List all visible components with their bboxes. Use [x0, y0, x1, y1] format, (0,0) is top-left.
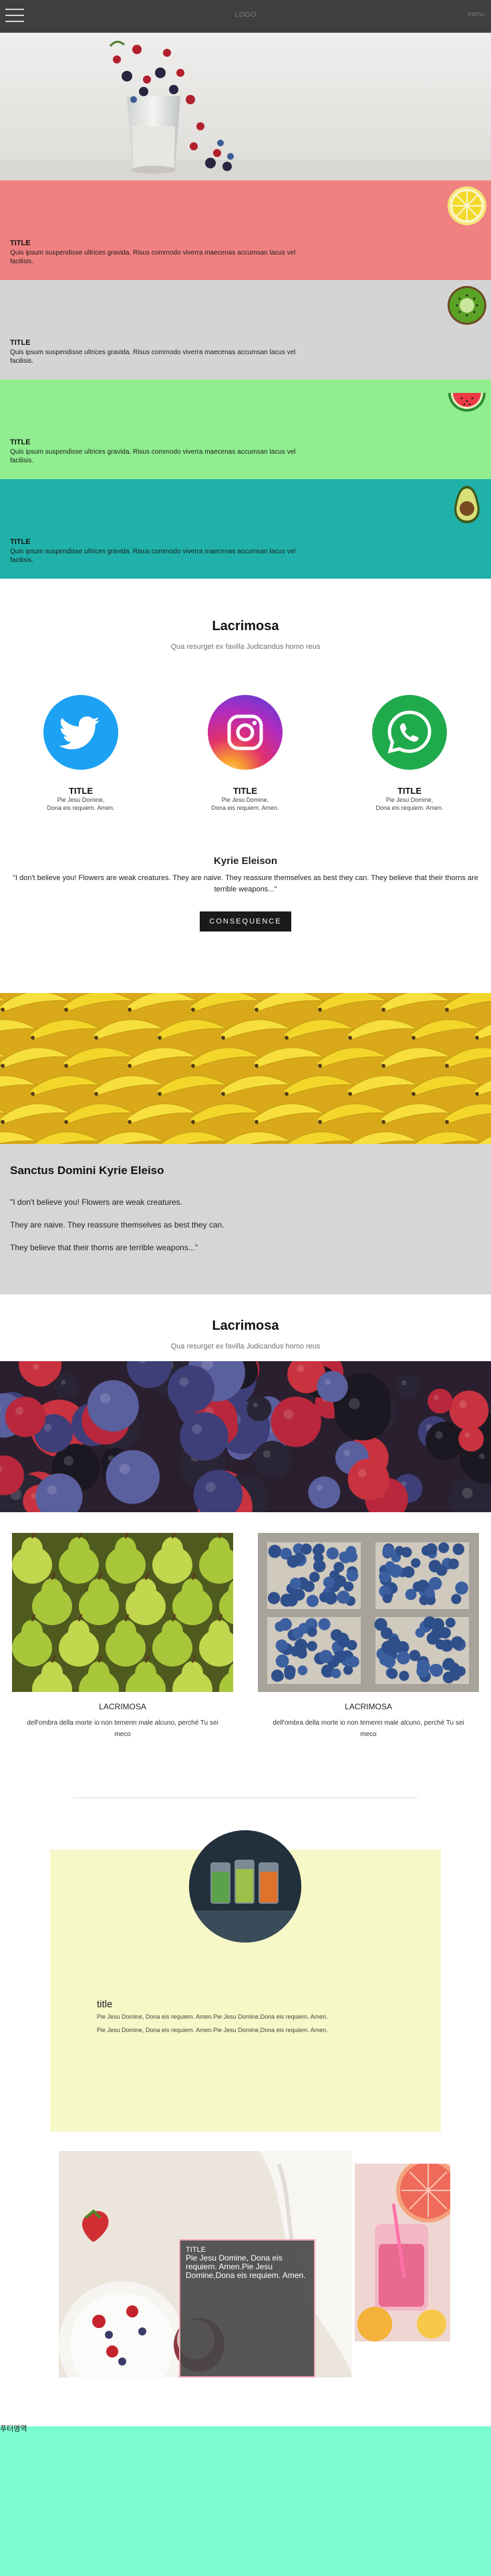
band-title: TITLE: [10, 438, 31, 446]
kiwi-slice-icon: [448, 286, 486, 325]
top-right-link[interactable]: menu: [468, 11, 484, 18]
social-title: TITLE: [68, 786, 94, 796]
social-item-twitter: TITLE Pie Jesu Domine, Dona eis requiem.…: [21, 695, 141, 812]
berries-image: [0, 1361, 491, 1512]
social-title: TITLE: [397, 786, 422, 796]
whatsapp-icon[interactable]: [372, 695, 447, 770]
band-title: TITLE: [10, 339, 31, 347]
social-item-instagram: TITLE Pie Jesu Domine, Dona eis requiem.…: [185, 695, 305, 812]
band-text: Quis ipsum suspendisse ultrices gravida.…: [10, 249, 296, 265]
sanctus-line: They believe that their thorns are terri…: [10, 1243, 198, 1252]
feature-title: title: [97, 1999, 113, 2010]
band-text: Quis ipsum suspendisse ultrices gravida.…: [10, 349, 296, 365]
section-subtitle: Qua resurget ex favilla Judicandus homo …: [170, 643, 321, 651]
footer-label: 푸터영역: [0, 2425, 27, 2433]
footer: [0, 2426, 491, 2576]
blueberries-image: [258, 1533, 479, 1692]
juice-shots-image: [189, 1830, 301, 1943]
twitter-icon[interactable]: [43, 695, 118, 770]
card-title: LACRIMOSA: [99, 1702, 146, 1711]
kyrie-title: Kyrie Eleison: [213, 855, 278, 867]
info-band-avocado: TITLE Quis ipsum suspendisse ultrices gr…: [0, 479, 491, 579]
sanctus-title: Sanctus Domini Kyrie Eleiso: [10, 1164, 164, 1177]
card-text: dell'ombra della morte io non temerei ma…: [27, 1719, 218, 1738]
band-title: TITLE: [10, 538, 31, 546]
brand-logo[interactable]: LOGO: [0, 11, 491, 19]
hero-image: [0, 33, 491, 180]
card-text: dell'ombra della morte io non temerei ma…: [273, 1719, 464, 1738]
social-title: TITLE: [232, 786, 258, 796]
overlay-text: Pie Jesu Domine, Dona eis requiem. Amen.…: [186, 2253, 306, 2280]
section-title: Lacrimosa: [212, 619, 279, 633]
gallery-title: Lacrimosa: [212, 1318, 279, 1333]
social-line: Pie Jesu Domine,: [385, 797, 434, 803]
band-text: Quis ipsum suspendisse ultrices gravida.…: [10, 548, 296, 564]
info-band-kiwi: TITLE Quis ipsum suspendisse ultrices gr…: [0, 280, 491, 380]
overlay-card: TITLE Pie Jesu Domine, Dona eis requiem.…: [179, 2239, 315, 2378]
social-line: Dona eis requiem. Amen.: [375, 805, 444, 811]
top-navbar: LOGO menu: [0, 0, 491, 33]
sanctus-line: They are naive. They reassure themselves…: [10, 1220, 224, 1230]
info-band-watermelon: TITLE Quis ipsum suspendisse ultrices gr…: [0, 380, 491, 479]
gallery-subtitle: Qua resurget ex favilla Judicandus homo …: [170, 1342, 321, 1350]
grapefruit-drink-image: [355, 2164, 450, 2341]
bananas-image: [0, 993, 491, 1144]
consequence-button[interactable]: CONSEQUENCE: [200, 911, 291, 932]
avocado-half-icon: [454, 486, 480, 523]
social-line: Pie Jesu Domine,: [221, 797, 269, 803]
instagram-icon[interactable]: [208, 695, 283, 770]
pears-image: [12, 1533, 233, 1692]
card-title: LACRIMOSA: [345, 1702, 392, 1711]
sanctus-section: Sanctus Domini Kyrie Eleiso "I don't bel…: [0, 1144, 491, 1294]
watermelon-slice-icon: [448, 393, 486, 412]
band-title: TITLE: [10, 239, 31, 247]
social-line: Dona eis requiem. Amen.: [47, 805, 115, 811]
social-line: Dona eis requiem. Amen.: [211, 805, 279, 811]
feature-text: Pie Jesu Domine, Dona eis requiem. Amen.…: [97, 2013, 328, 2020]
lemon-slice-icon: [448, 186, 486, 225]
social-line: Pie Jesu Domine,: [57, 797, 105, 803]
feature-text: Pie Jesu Domine, Dona eis requiem. Amen.…: [97, 2027, 328, 2033]
band-text: Quis ipsum suspendisse ultrices gravida.…: [10, 448, 296, 464]
info-band-lemon: TITLE Quis ipsum suspendisse ultrices gr…: [0, 180, 491, 280]
sanctus-line: "I don't believe you! Flowers are weak c…: [10, 1197, 183, 1207]
kyrie-quote: "I don't believe you! Flowers are weak c…: [13, 874, 478, 893]
social-item-whatsapp: TITLE Pie Jesu Domine, Dona eis requiem.…: [349, 695, 470, 812]
